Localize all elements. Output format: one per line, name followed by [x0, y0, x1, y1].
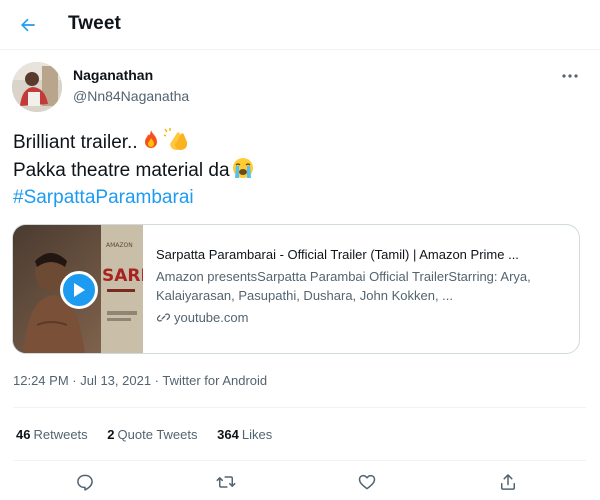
author-handle[interactable]: @Nn84Naganatha	[73, 88, 189, 104]
tweet-source[interactable]: Twitter for Android	[162, 373, 267, 388]
tweet-line-1-text: Brilliant trailer..	[13, 132, 138, 153]
retweets-stat[interactable]: 46 Retweets	[16, 427, 88, 442]
author-name[interactable]: Naganathan	[73, 67, 153, 83]
video-thumbnail[interactable]: AMAZON SARPA	[13, 225, 143, 353]
fire-emoji	[144, 130, 157, 148]
retweet-button[interactable]	[214, 470, 238, 494]
card-text: Sarpatta Parambarai - Official Trailer (…	[156, 247, 570, 325]
clapping-hands-emoji	[163, 128, 187, 150]
likes-count: 364	[217, 427, 239, 442]
reply-icon	[77, 474, 93, 491]
avatar[interactable]	[12, 62, 62, 112]
page-title: Tweet	[68, 13, 121, 34]
quote-tweets-count: 2	[107, 427, 115, 442]
loudly-crying-face-emoji	[232, 158, 253, 178]
divider	[13, 407, 586, 408]
likes-stat[interactable]: 364 Likes	[217, 427, 272, 442]
card-description: Amazon presentsSarpatta Parambai Officia…	[156, 269, 531, 303]
quote-tweets-label: Quote Tweets	[117, 427, 198, 442]
tweet-meta: 12:24 PM · Jul 13, 2021 · Twitter for An…	[13, 373, 268, 388]
play-icon	[74, 283, 85, 297]
tweet-date[interactable]: Jul 13, 2021	[80, 373, 151, 388]
tweet-line-2-text: Pakka theatre material da	[13, 160, 230, 181]
thumbnail-brand-text: AMAZON	[106, 242, 133, 249]
retweets-count: 46	[16, 427, 31, 442]
like-icon	[358, 474, 376, 490]
card-title: Sarpatta Parambarai - Official Trailer (…	[156, 247, 519, 262]
hashtag-link[interactable]: #SarpattaParambarai	[13, 184, 255, 211]
engagement-stats: 46 Retweets 2 Quote Tweets 364 Likes	[16, 427, 288, 442]
share-button[interactable]	[496, 470, 520, 494]
retweets-label: Retweets	[33, 427, 88, 442]
back-button[interactable]	[12, 9, 44, 41]
share-icon	[501, 474, 515, 490]
card-domain-text: youtube.com	[174, 310, 249, 325]
retweet-icon	[216, 476, 236, 488]
link-icon	[156, 313, 171, 322]
tweet-line-1: Brilliant trailer..	[13, 128, 255, 156]
play-button[interactable]	[60, 271, 98, 309]
divider	[13, 460, 586, 461]
more-options-button[interactable]	[556, 64, 584, 88]
tweet-line-2: Pakka theatre material da	[13, 156, 255, 184]
quote-tweets-stat[interactable]: 2 Quote Tweets	[107, 427, 197, 442]
arrow-left-icon	[21, 18, 35, 32]
reply-button[interactable]	[73, 470, 97, 494]
more-horizontal-icon	[562, 74, 578, 78]
like-button[interactable]	[355, 470, 379, 494]
page-header: Tweet	[0, 0, 600, 50]
thumbnail-title-text: SARPA	[102, 266, 143, 286]
card-domain: youtube.com	[156, 310, 570, 325]
action-bar	[0, 462, 600, 500]
link-preview-card[interactable]: AMAZON SARPA Sarpatta Parambarai - Offic…	[12, 224, 580, 354]
likes-label: Likes	[241, 427, 273, 442]
tweet-text: Brilliant trailer.. Pakka theatre materi…	[13, 128, 255, 211]
tweet-time[interactable]: 12:24 PM	[13, 373, 69, 388]
